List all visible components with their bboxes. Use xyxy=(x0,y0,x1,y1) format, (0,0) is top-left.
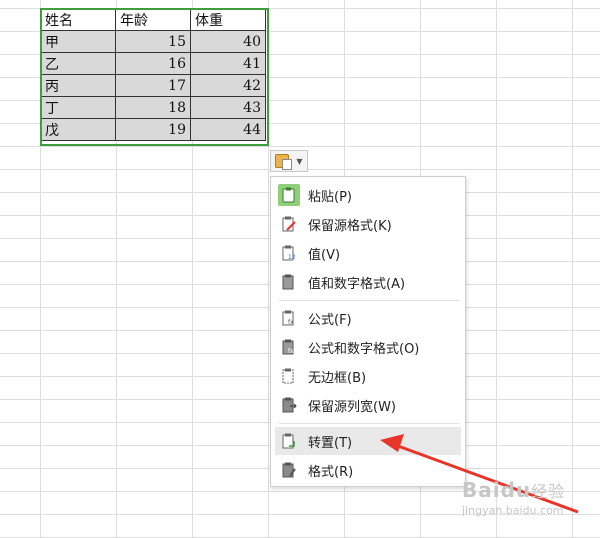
values-number-format-icon xyxy=(278,271,300,293)
table-cell[interactable]: 43 xyxy=(190,96,266,119)
table-cell[interactable]: 18 xyxy=(115,96,191,119)
table-cell[interactable]: 16 xyxy=(115,52,191,75)
table-cell[interactable]: 丁 xyxy=(40,96,116,119)
menu-item-values[interactable]: 12 值(V) xyxy=(275,239,461,267)
table-cell[interactable]: 44 xyxy=(190,118,266,141)
paste-format-icon xyxy=(278,459,300,481)
menu-item-paste[interactable]: 粘贴(P) xyxy=(275,181,461,209)
menu-item-transpose[interactable]: 转置(T) xyxy=(275,427,461,455)
table-cell[interactable]: 乙 xyxy=(40,52,116,75)
menu-separator xyxy=(279,423,459,424)
watermark-url: jingyan.baidu.com xyxy=(462,504,564,517)
paste-icon xyxy=(278,184,300,206)
menu-item-label: 无边框(B) xyxy=(308,370,367,386)
menu-item-label: 保留源列宽(W) xyxy=(308,399,396,415)
formula-icon: fx xyxy=(278,307,300,329)
menu-item-label: 公式(F) xyxy=(308,312,352,328)
table-cell[interactable]: 41 xyxy=(190,52,266,75)
chevron-down-icon: ▼ xyxy=(296,156,303,166)
clipboard-icon xyxy=(275,154,293,170)
transpose-icon xyxy=(278,430,300,452)
table-row: 乙 16 41 xyxy=(40,52,266,75)
menu-item-keep-source-format[interactable]: 保留源格式(K) xyxy=(275,210,461,238)
svg-text:fx: fx xyxy=(288,319,294,326)
table-cell[interactable]: 丙 xyxy=(40,74,116,97)
watermark-brand: Baidu经验 xyxy=(462,478,566,502)
menu-item-label: 公式和数字格式(O) xyxy=(308,341,420,357)
paste-options-button[interactable]: ▼ xyxy=(270,150,308,172)
menu-item-label: 格式(R) xyxy=(308,464,354,480)
table-row: 甲 15 40 xyxy=(40,30,266,53)
menu-item-keep-column-width[interactable]: 保留源列宽(W) xyxy=(275,391,461,419)
paste-options-menu: 粘贴(P) 保留源格式(K) 12 值(V) 值和数字格式(A) fx 公式(F… xyxy=(270,176,466,487)
menu-item-values-number-format[interactable]: 值和数字格式(A) xyxy=(275,268,461,296)
table-cell[interactable]: 17 xyxy=(115,74,191,97)
menu-item-formula[interactable]: fx 公式(F) xyxy=(275,304,461,332)
table-row: 戊 19 44 xyxy=(40,118,266,141)
no-borders-icon xyxy=(278,365,300,387)
table-cell[interactable]: 40 xyxy=(190,30,266,53)
menu-item-no-borders[interactable]: 无边框(B) xyxy=(275,362,461,390)
menu-item-label: 保留源格式(K) xyxy=(308,218,392,234)
table-row: 丁 18 43 xyxy=(40,96,266,119)
svg-text:12: 12 xyxy=(288,254,296,261)
baidu-jingyan-watermark: Baidu经验 jingyan.baidu.com xyxy=(462,478,592,528)
menu-item-label: 值(V) xyxy=(308,247,341,263)
data-table: 姓名 年龄 体重 甲 15 40 乙 16 41 丙 17 42 丁 18 43… xyxy=(40,8,266,141)
table-cell[interactable]: 15 xyxy=(115,30,191,53)
header-cell[interactable]: 体重 xyxy=(190,8,266,31)
header-cell[interactable]: 姓名 xyxy=(40,8,116,31)
table-cell[interactable]: 甲 xyxy=(40,30,116,53)
formula-number-format-icon: fx xyxy=(278,336,300,358)
svg-text:fx: fx xyxy=(288,348,294,355)
table-header-row: 姓名 年龄 体重 xyxy=(40,8,266,31)
menu-item-label: 粘贴(P) xyxy=(308,189,352,205)
keep-column-width-icon xyxy=(278,394,300,416)
table-cell[interactable]: 42 xyxy=(190,74,266,97)
table-cell[interactable]: 19 xyxy=(115,118,191,141)
menu-item-formula-number-format[interactable]: fx 公式和数字格式(O) xyxy=(275,333,461,361)
table-cell[interactable]: 戊 xyxy=(40,118,116,141)
menu-item-label: 值和数字格式(A) xyxy=(308,276,406,292)
table-row: 丙 17 42 xyxy=(40,74,266,97)
keep-source-format-icon xyxy=(278,213,300,235)
paste-values-icon: 12 xyxy=(278,242,300,264)
header-cell[interactable]: 年龄 xyxy=(115,8,191,31)
menu-item-format[interactable]: 格式(R) xyxy=(275,456,461,484)
menu-separator xyxy=(279,300,459,301)
menu-item-label: 转置(T) xyxy=(308,435,353,451)
